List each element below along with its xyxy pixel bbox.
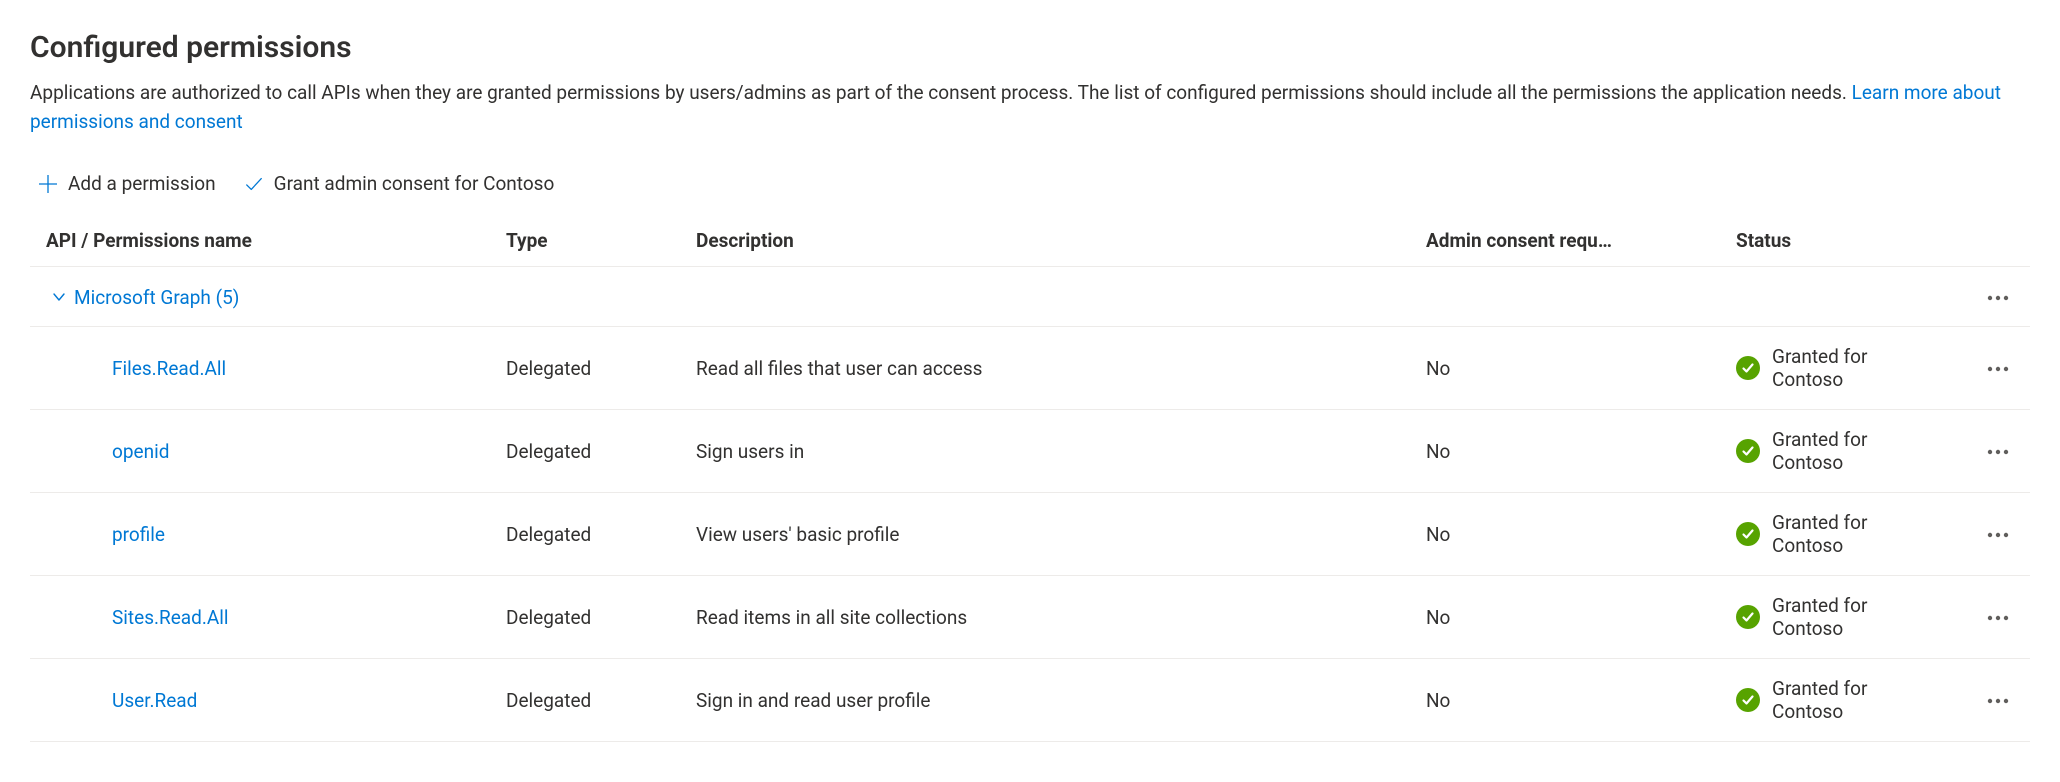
column-header-api[interactable]: API / Permissions name xyxy=(30,215,496,267)
api-group-row: Microsoft Graph (5) xyxy=(30,267,2030,327)
permission-admin-consent: No xyxy=(1416,410,1726,493)
granted-check-icon xyxy=(1736,356,1760,380)
api-group-label: Microsoft Graph (5) xyxy=(74,286,239,309)
plus-icon xyxy=(38,174,58,194)
permission-type: Delegated xyxy=(496,410,686,493)
add-permission-button[interactable]: Add a permission xyxy=(38,172,216,195)
permission-status: Granted for Contoso xyxy=(1772,511,1926,557)
granted-check-icon xyxy=(1736,688,1760,712)
table-row: User.Read DelegatedSign in and read user … xyxy=(30,659,2030,742)
permission-type: Delegated xyxy=(496,659,686,742)
table-row: openid DelegatedSign users inNo Granted fo… xyxy=(30,410,2030,493)
row-more-button[interactable] xyxy=(1980,604,2016,632)
toolbar: Add a permission Grant admin consent for… xyxy=(30,172,2030,215)
permission-admin-consent: No xyxy=(1416,576,1726,659)
permission-description: Read items in all site collections xyxy=(686,576,1416,659)
grant-admin-consent-button[interactable]: Grant admin consent for Contoso xyxy=(244,172,555,195)
permission-description: View users' basic profile xyxy=(686,493,1416,576)
grant-admin-consent-label: Grant admin consent for Contoso xyxy=(274,172,555,195)
permission-admin-consent: No xyxy=(1416,327,1726,410)
permission-name-link[interactable]: Files.Read.All xyxy=(112,357,226,380)
permission-type: Delegated xyxy=(496,576,686,659)
permission-admin-consent: No xyxy=(1416,659,1726,742)
granted-check-icon xyxy=(1736,522,1760,546)
chevron-down-icon xyxy=(52,290,68,306)
granted-check-icon xyxy=(1736,439,1760,463)
permission-type: Delegated xyxy=(496,327,686,410)
permission-status: Granted for Contoso xyxy=(1772,428,1926,474)
group-more-button[interactable] xyxy=(1980,284,2016,312)
permissions-table: API / Permissions name Type Description … xyxy=(30,215,2030,742)
permission-status: Granted for Contoso xyxy=(1772,677,1926,723)
granted-check-icon xyxy=(1736,605,1760,629)
column-header-description[interactable]: Description xyxy=(686,215,1416,267)
row-more-button[interactable] xyxy=(1980,687,2016,715)
column-header-status[interactable]: Status xyxy=(1726,215,2030,267)
permission-description: Sign in and read user profile xyxy=(686,659,1416,742)
permission-status: Granted for Contoso xyxy=(1772,345,1926,391)
permission-admin-consent: No xyxy=(1416,493,1726,576)
permission-status: Granted for Contoso xyxy=(1772,594,1926,640)
permission-name-link[interactable]: Sites.Read.All xyxy=(112,606,229,629)
table-row: Files.Read.All DelegatedRead all files th… xyxy=(30,327,2030,410)
page-title: Configured permissions xyxy=(30,30,2030,65)
row-more-button[interactable] xyxy=(1980,521,2016,549)
permission-name-link[interactable]: profile xyxy=(112,523,165,546)
table-row: profile DelegatedView users' basic profil… xyxy=(30,493,2030,576)
permission-name-link[interactable]: User.Read xyxy=(112,689,197,712)
column-header-admin[interactable]: Admin consent requ… xyxy=(1416,215,1726,267)
row-more-button[interactable] xyxy=(1980,355,2016,383)
permission-description: Read all files that user can access xyxy=(686,327,1416,410)
column-header-type[interactable]: Type xyxy=(496,215,686,267)
permission-description: Sign users in xyxy=(686,410,1416,493)
api-group-toggle[interactable]: Microsoft Graph (5) xyxy=(40,286,239,309)
page-description: Applications are authorized to call APIs… xyxy=(30,79,2030,136)
permission-name-link[interactable]: openid xyxy=(112,440,169,463)
row-more-button[interactable] xyxy=(1980,438,2016,466)
page-description-text: Applications are authorized to call APIs… xyxy=(30,81,1852,104)
check-icon xyxy=(244,174,264,194)
permission-type: Delegated xyxy=(496,493,686,576)
table-row: Sites.Read.All DelegatedRead items in all… xyxy=(30,576,2030,659)
add-permission-label: Add a permission xyxy=(68,172,216,195)
